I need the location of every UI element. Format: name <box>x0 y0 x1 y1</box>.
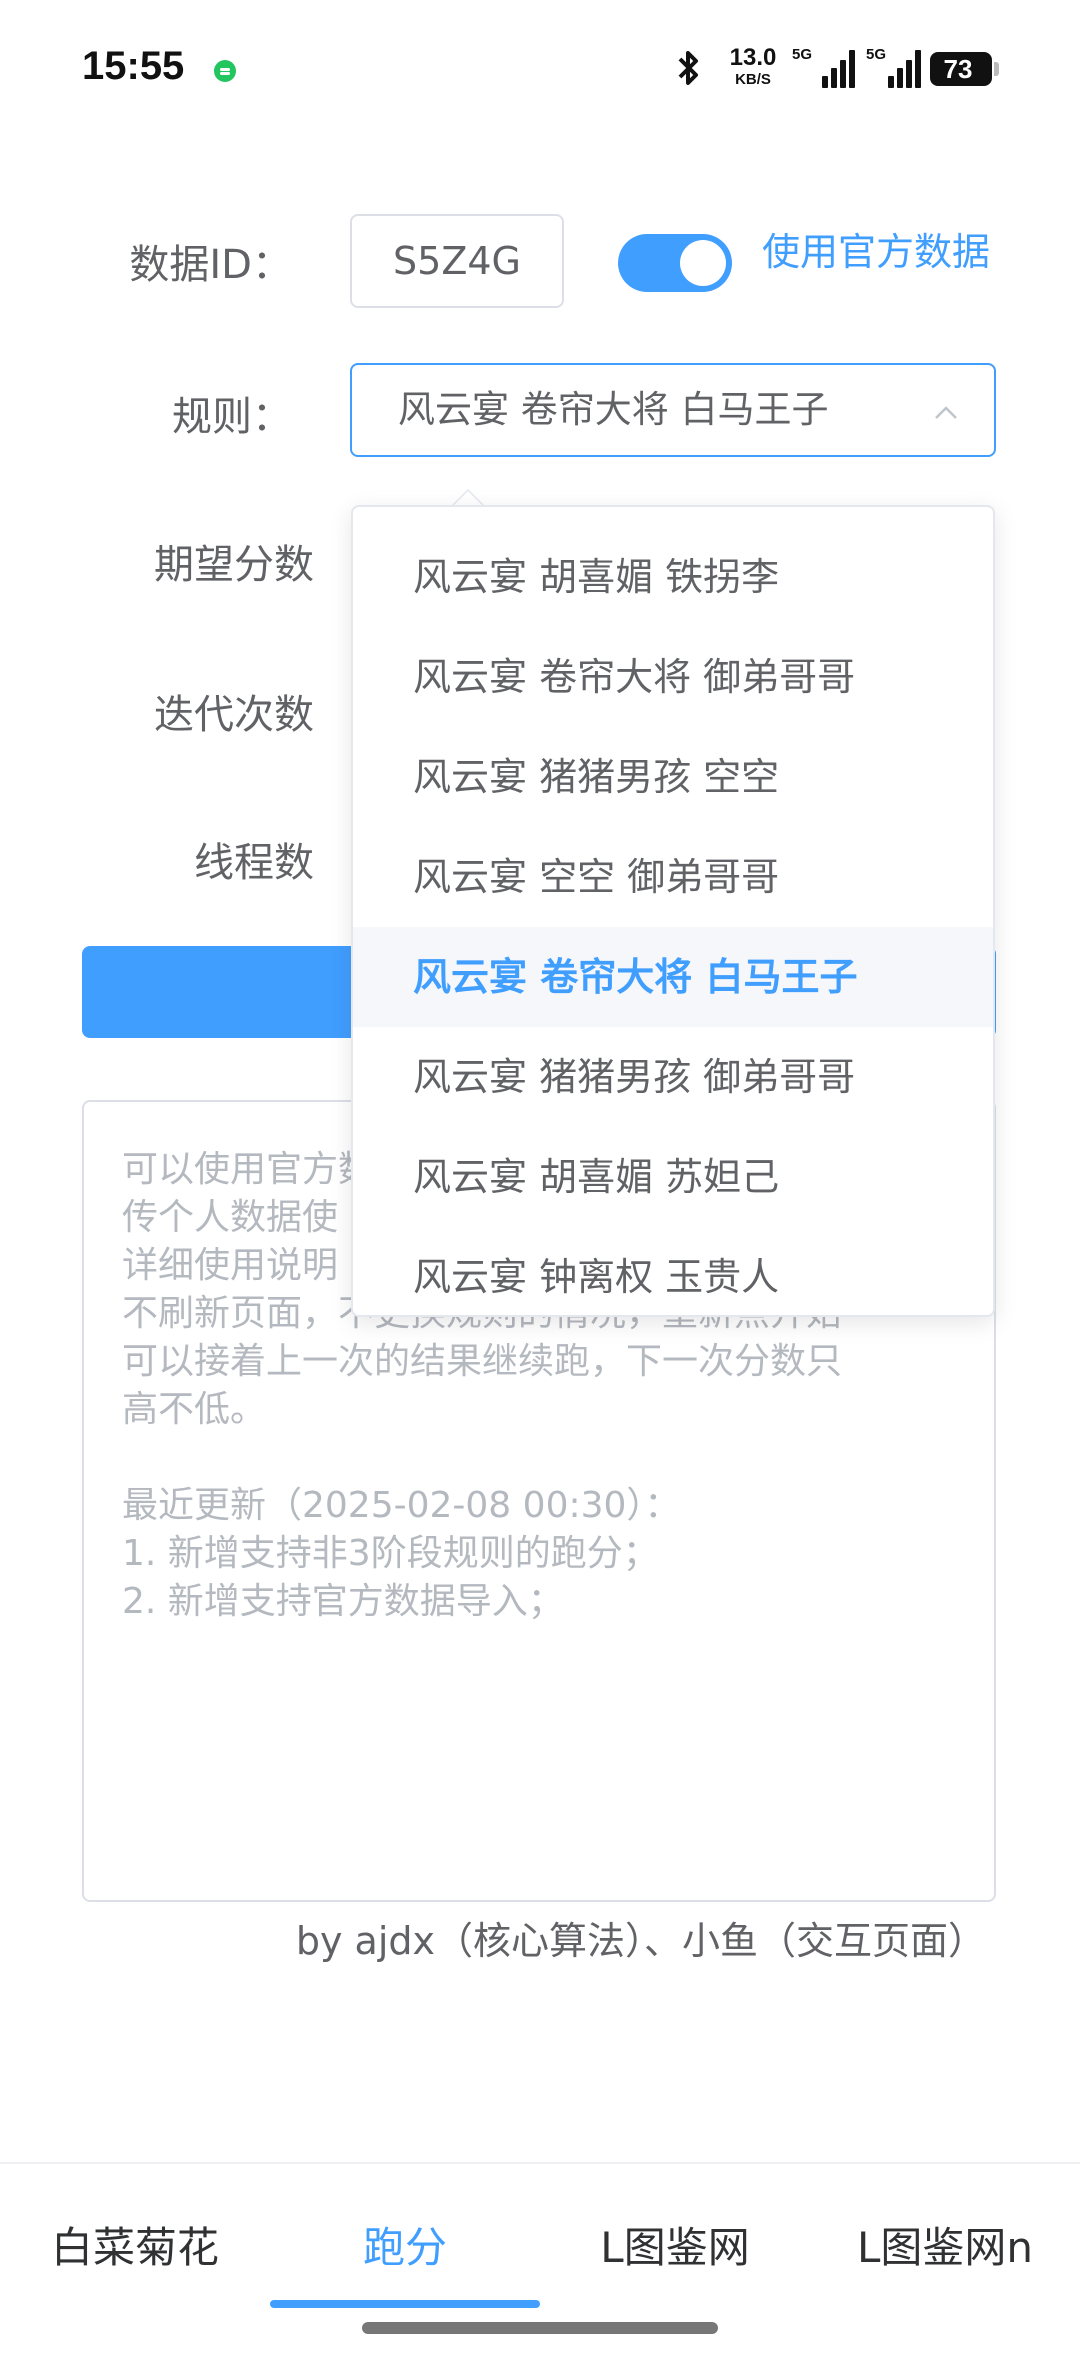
toggle-knob <box>680 240 726 286</box>
official-data-toggle[interactable] <box>618 234 732 292</box>
data-id-input[interactable]: S5Z4G <box>350 214 564 308</box>
expected-score-label: 期望分数 <box>154 542 314 588</box>
rule-label: 规则： <box>172 394 292 440</box>
active-tab-indicator <box>270 2300 540 2308</box>
dropdown-option[interactable]: 风云宴 胡喜媚 铁拐李 <box>353 527 993 627</box>
credits-text: by ajdx（核心算法）、小鱼（交互页面） <box>295 1919 986 1963</box>
dropdown-option[interactable]: 风云宴 猪猪男孩 御弟哥哥 <box>353 1027 993 1127</box>
data-id-label: 数据ID： <box>129 242 292 288</box>
tab-l-tujian-n[interactable]: L图鉴网n <box>810 2214 1080 2275</box>
message-notification-icon <box>214 60 236 82</box>
status-time: 15:55 <box>82 44 185 88</box>
dropdown-option[interactable]: 风云宴 卷帘大将 御弟哥哥 <box>353 627 993 727</box>
chevron-up-icon <box>935 406 957 419</box>
iterations-label: 迭代次数 <box>154 692 314 738</box>
dropdown-option[interactable]: 风云宴 钟离权 玉贵人 <box>353 1227 993 1315</box>
rule-select-value: 风云宴 卷帘大将 白马王子 <box>398 388 829 431</box>
signal-sim2-icon: 5G <box>866 46 928 88</box>
threads-label: 线程数 <box>194 840 314 886</box>
tab-l-tujian[interactable]: L图鉴网 <box>540 2214 810 2275</box>
rule-dropdown: 风云宴 胡喜媚 铁拐李 风云宴 卷帘大将 御弟哥哥 风云宴 猪猪男孩 空空 风云… <box>351 505 995 1317</box>
dropdown-option[interactable]: 风云宴 空空 御弟哥哥 <box>353 827 993 927</box>
tab-baicai-juhua[interactable]: 白菜菊花 <box>0 2214 270 2275</box>
home-indicator[interactable] <box>362 2322 718 2334</box>
dropdown-option[interactable]: 风云宴 猪猪男孩 空空 <box>353 727 993 827</box>
official-data-toggle-label[interactable]: 使用官方数据 <box>762 230 1002 274</box>
tab-paofen[interactable]: 跑分 <box>270 2214 540 2275</box>
bluetooth-icon <box>678 51 698 85</box>
dropdown-option-selected[interactable]: 风云宴 卷帘大将 白马王子 <box>353 927 993 1027</box>
rule-select[interactable]: 风云宴 卷帘大将 白马王子 <box>350 363 996 457</box>
signal-sim1-icon: 5G <box>792 46 855 88</box>
status-bar: 15:55 13.0 KB/S 5G 5G 73 <box>0 0 1080 140</box>
dropdown-option[interactable]: 风云宴 胡喜媚 苏妲己 <box>353 1127 993 1227</box>
battery-icon: 73 <box>930 52 999 86</box>
network-speed: 13.0 KB/S <box>729 44 777 88</box>
dropdown-arrow <box>452 489 484 505</box>
